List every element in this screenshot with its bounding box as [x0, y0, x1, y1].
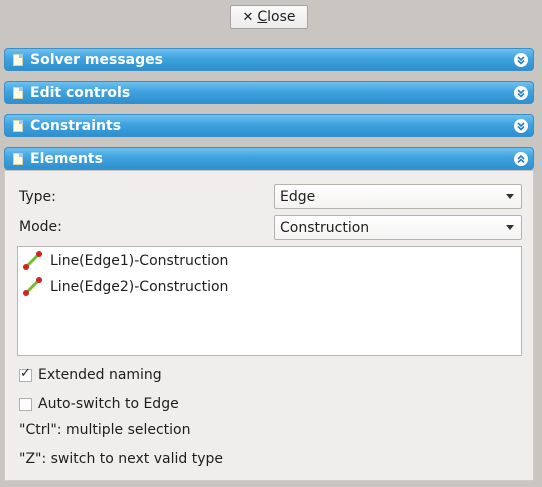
hint-z: "Z": switch to next valid type — [19, 451, 224, 467]
expand-icon[interactable] — [514, 52, 528, 67]
expand-icon[interactable] — [514, 118, 528, 133]
document-icon — [13, 152, 23, 165]
mode-select[interactable]: Construction — [274, 215, 522, 240]
close-label-rest: lose — [267, 9, 296, 25]
document-icon — [13, 86, 23, 99]
auto-switch-label: Auto-switch to Edge — [38, 396, 179, 412]
list-item-label: Line(Edge1)-Construction — [50, 253, 229, 269]
hint-ctrl: "Ctrl": multiple selection — [19, 422, 191, 438]
panel-title: Constraints — [30, 117, 122, 134]
auto-switch-checkbox[interactable] — [19, 397, 32, 411]
list-item[interactable]: Line(Edge2)-Construction — [22, 277, 228, 297]
expand-icon[interactable] — [514, 85, 528, 100]
auto-switch-option[interactable]: Auto-switch to Edge — [19, 396, 179, 412]
extended-naming-label: Extended naming — [38, 367, 162, 383]
panel-header-solver-messages[interactable]: Solver messages — [4, 48, 534, 71]
dropdown-arrow-icon — [506, 225, 514, 230]
close-mnemonic: C — [257, 9, 268, 25]
close-button[interactable]: ✕ Close — [230, 5, 308, 29]
elements-panel-body: Type: Edge Mode: Construction Line(Edge1… — [4, 171, 534, 481]
extended-naming-checkbox[interactable] — [19, 366, 32, 382]
panel-title: Solver messages — [30, 51, 163, 68]
panel-header-constraints[interactable]: Constraints — [4, 114, 534, 137]
list-item-label: Line(Edge2)-Construction — [50, 279, 229, 295]
extended-naming-option[interactable]: Extended naming — [19, 366, 162, 383]
line-construction-icon — [23, 277, 42, 296]
mode-label: Mode: — [19, 219, 62, 235]
line-construction-icon — [23, 251, 42, 270]
type-label: Type: — [19, 189, 56, 205]
document-icon — [13, 119, 23, 132]
dropdown-arrow-icon — [506, 194, 514, 199]
type-select[interactable]: Edge — [274, 184, 522, 209]
document-icon — [13, 53, 23, 66]
type-select-value: Edge — [280, 188, 316, 205]
collapse-icon[interactable] — [514, 151, 528, 166]
mode-select-value: Construction — [280, 219, 370, 236]
panel-header-edit-controls[interactable]: Edit controls — [4, 81, 534, 104]
panel-title: Elements — [30, 150, 103, 167]
close-icon: ✕ — [242, 9, 254, 25]
panel-title: Edit controls — [30, 84, 131, 101]
list-item[interactable]: Line(Edge1)-Construction — [22, 251, 228, 271]
elements-list[interactable]: Line(Edge1)-Construction Line(Edge2)-Con… — [17, 246, 522, 356]
panel-header-elements[interactable]: Elements — [4, 147, 534, 170]
